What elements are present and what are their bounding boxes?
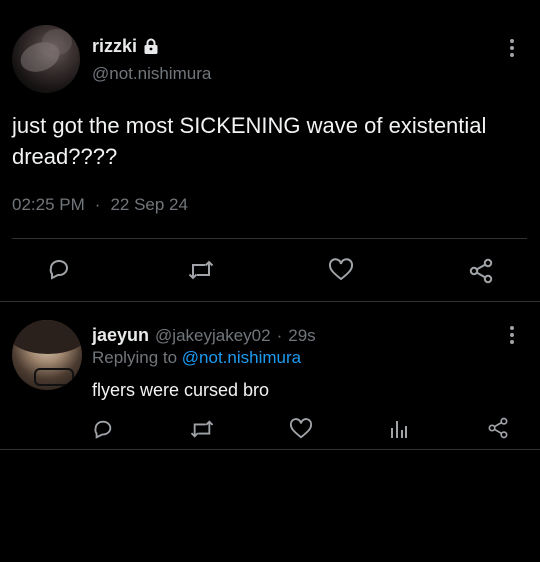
main-tweet-text: just got the most SICKENING wave of exis…	[12, 113, 487, 169]
more-vertical-icon[interactable]	[510, 326, 514, 347]
lock-icon	[143, 38, 159, 55]
main-timestamp-row: 02:25 PM · 22 Sep 24	[12, 195, 188, 215]
share-icon[interactable]	[487, 417, 509, 439]
replying-to-handle[interactable]: @not.nishimura	[182, 348, 301, 367]
heart-icon[interactable]	[328, 258, 354, 282]
reply-icon[interactable]	[92, 418, 114, 440]
divider	[0, 449, 540, 450]
divider	[12, 238, 527, 239]
reply-display-name[interactable]: jaeyun	[92, 325, 149, 346]
share-icon[interactable]	[468, 258, 494, 284]
reply-age: 29s	[288, 326, 316, 345]
retweet-icon[interactable]	[190, 418, 214, 440]
main-time[interactable]: 02:25 PM	[12, 195, 85, 215]
retweet-icon[interactable]	[188, 258, 214, 282]
reply-text: flyers were cursed bro	[92, 380, 270, 400]
heart-icon[interactable]	[289, 418, 313, 440]
reply-handle[interactable]: @jakeyjakey02	[155, 326, 271, 346]
main-display-name[interactable]: rizzki	[92, 36, 137, 57]
replying-to-row: Replying to @not.nishimura	[92, 348, 301, 368]
main-avatar[interactable]	[12, 25, 80, 93]
separator-dot: ·	[94, 195, 101, 214]
reply-avatar[interactable]	[12, 320, 82, 390]
analytics-icon[interactable]	[389, 418, 409, 440]
reply-header: jaeyun @jakeyjakey02 · 29s	[92, 325, 316, 346]
divider	[0, 301, 540, 302]
main-date[interactable]: 22 Sep 24	[110, 195, 188, 215]
main-display-name-row: rizzki	[92, 34, 159, 58]
more-vertical-icon[interactable]	[510, 39, 514, 60]
separator-dot: ·	[276, 326, 283, 345]
reply-icon[interactable]	[47, 257, 71, 281]
replying-to-label: Replying to	[92, 348, 178, 367]
main-handle[interactable]: @not.nishimura	[92, 64, 211, 84]
